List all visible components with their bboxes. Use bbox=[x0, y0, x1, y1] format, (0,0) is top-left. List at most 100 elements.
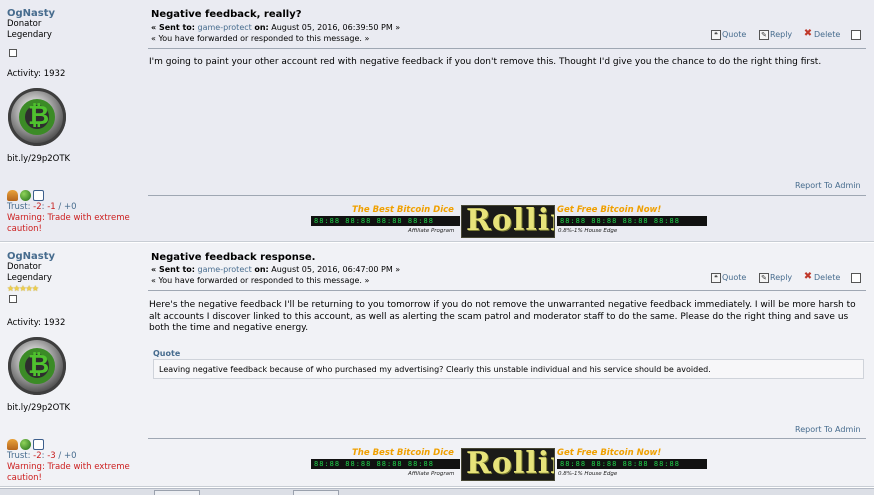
message-body: I'm going to paint your other account re… bbox=[149, 57, 822, 67]
quote-block: Leaving negative feedback because of who… bbox=[153, 359, 864, 379]
logo-text: Rollin bbox=[466, 205, 554, 238]
reply-label: Reply bbox=[770, 273, 793, 282]
people-icon[interactable] bbox=[7, 439, 18, 450]
people-icon[interactable] bbox=[7, 190, 18, 201]
divider bbox=[148, 290, 866, 291]
report-to-admin-link[interactable]: Report To Admin bbox=[795, 181, 861, 190]
signature-divider bbox=[148, 438, 866, 439]
sent-prefix: « Sent to: bbox=[151, 265, 195, 274]
poster-website-link[interactable]: bit.ly/29p2OTK bbox=[7, 403, 142, 413]
poster-info: OgNasty Donator Legendary Activity: 1932… bbox=[7, 8, 142, 235]
rollin-logo: Rollin bbox=[461, 205, 555, 238]
report-to-admin-link[interactable]: Report To Admin bbox=[795, 425, 861, 434]
sent-on-label: on: bbox=[254, 265, 269, 274]
ad-left-caption: Affiliate Program bbox=[408, 228, 455, 234]
tab[interactable] bbox=[154, 490, 200, 495]
message-body: Here's the negative feedback I'll be ret… bbox=[149, 300, 856, 333]
delete-checkbox[interactable] bbox=[851, 273, 861, 283]
ad-right-ticker: 88:88 88:88 88:88 88:88 bbox=[557, 459, 707, 469]
signature-ad[interactable]: The Best Bitcoin Dice 88:88 88:88 88:88 … bbox=[311, 205, 707, 238]
quote-label: Quote bbox=[722, 30, 747, 39]
ad-left-ticker: 88:88 88:88 88:88 88:88 bbox=[311, 459, 460, 469]
delete-label: Delete bbox=[814, 30, 841, 39]
quote-label: Quote bbox=[722, 273, 747, 282]
reply-icon: ✎ bbox=[759, 272, 769, 283]
avatar: ₿ bbox=[8, 88, 66, 146]
poster-name-link[interactable]: OgNasty bbox=[7, 251, 142, 262]
poster-rank: Donator bbox=[7, 19, 42, 29]
quote-icon: ❝ bbox=[711, 29, 721, 40]
trust-label: Trust: bbox=[7, 202, 31, 212]
delete-button[interactable]: ✖ Delete bbox=[803, 27, 841, 41]
sent-info: « Sent to: game-protect on: August 05, 2… bbox=[151, 23, 400, 32]
ad-left-caption: Affiliate Program bbox=[408, 471, 455, 477]
recipient-link[interactable]: game-protect bbox=[198, 23, 252, 32]
message-subject[interactable]: Negative feedback response. bbox=[151, 252, 315, 263]
ad-right-headline: Get Free Bitcoin Now! bbox=[557, 205, 662, 215]
pm-icon[interactable] bbox=[33, 439, 44, 450]
delete-checkbox[interactable] bbox=[851, 30, 861, 40]
poster-website-link[interactable]: bit.ly/29p2OTK bbox=[7, 154, 142, 164]
trust-warning: Warning: Trade with extreme caution! bbox=[7, 213, 130, 234]
trust-separator: : bbox=[41, 202, 45, 212]
quote-header: Quote bbox=[153, 349, 181, 358]
poster-rank: Donator bbox=[7, 262, 42, 272]
poster-rank-secondary: Legendary bbox=[7, 30, 52, 40]
reply-button[interactable]: ✎ Reply bbox=[759, 272, 792, 284]
trust-separator: / bbox=[58, 202, 62, 212]
bitcoin-logo-icon: ₿ bbox=[28, 101, 50, 131]
rollin-logo: Rollin bbox=[461, 448, 555, 481]
trust-score[interactable]: Trust: -2: -3 / +0 bbox=[7, 451, 142, 462]
delete-button[interactable]: ✖ Delete bbox=[803, 270, 841, 284]
poster-icons bbox=[7, 439, 142, 451]
poster-activity: Activity: 1932 bbox=[7, 318, 66, 328]
quote-button[interactable]: ❝ Quote bbox=[711, 272, 746, 284]
avatar: ₿ bbox=[8, 337, 66, 395]
poster-name-link[interactable]: OgNasty bbox=[7, 8, 142, 19]
delete-icon: ✖ bbox=[803, 270, 813, 282]
ad-right-caption: 0.8%-1% House Edge bbox=[558, 228, 618, 234]
sent-prefix: « Sent to: bbox=[151, 23, 195, 32]
tab[interactable] bbox=[293, 490, 339, 495]
delete-label: Delete bbox=[814, 273, 841, 282]
poster-status-box bbox=[9, 295, 17, 303]
trust-value-b: -3 bbox=[47, 451, 56, 461]
poster-rank-secondary: Legendary bbox=[7, 273, 52, 283]
recipient-link[interactable]: game-protect bbox=[198, 265, 252, 274]
poster-info: OgNasty Donator Legendary ★★★★★ Activity… bbox=[7, 251, 142, 484]
ad-right-ticker: 88:88 88:88 88:88 88:88 bbox=[557, 216, 707, 226]
trust-value-b: -1 bbox=[47, 202, 56, 212]
ad-left-headline: The Best Bitcoin Dice bbox=[352, 448, 454, 458]
reply-label: Reply bbox=[770, 30, 793, 39]
ad-right-caption: 0.8%-1% House Edge bbox=[558, 471, 618, 477]
trust-separator: : bbox=[41, 451, 45, 461]
ad-left-ticker: 88:88 88:88 88:88 88:88 bbox=[311, 216, 460, 226]
forwarded-note: « You have forwarded or responded to thi… bbox=[151, 276, 370, 285]
sent-date: August 05, 2016, 06:39:50 PM » bbox=[271, 23, 401, 32]
bottom-tab-strip bbox=[0, 488, 874, 495]
message-actions: ❝ Quote ✎ Reply ✖ Delete bbox=[711, 27, 866, 41]
quote-icon: ❝ bbox=[711, 272, 721, 283]
logo-text: Rollin bbox=[466, 448, 554, 481]
signature-ad[interactable]: The Best Bitcoin Dice 88:88 88:88 88:88 … bbox=[311, 448, 707, 481]
rank-stars: ★★★★★ bbox=[7, 284, 39, 293]
trust-value-c: +0 bbox=[63, 202, 77, 212]
trust-label: Trust: bbox=[7, 451, 31, 461]
trust-score[interactable]: Trust: -2: -1 / +0 bbox=[7, 202, 142, 213]
delete-icon: ✖ bbox=[803, 27, 813, 39]
poster-activity: Activity: 1932 bbox=[7, 69, 66, 79]
sent-on-label: on: bbox=[254, 23, 269, 32]
globe-icon[interactable] bbox=[20, 439, 31, 450]
globe-icon[interactable] bbox=[20, 190, 31, 201]
ad-right-headline: Get Free Bitcoin Now! bbox=[557, 448, 662, 458]
message-subject[interactable]: Negative feedback, really? bbox=[151, 9, 302, 20]
ad-left-headline: The Best Bitcoin Dice bbox=[352, 205, 454, 215]
sent-date: August 05, 2016, 06:47:00 PM » bbox=[271, 265, 401, 274]
trust-value-c: +0 bbox=[63, 451, 77, 461]
divider bbox=[148, 48, 866, 49]
pm-icon[interactable] bbox=[33, 190, 44, 201]
quote-button[interactable]: ❝ Quote bbox=[711, 29, 746, 41]
reply-button[interactable]: ✎ Reply bbox=[759, 29, 792, 41]
signature-divider bbox=[148, 195, 866, 196]
poster-status-box bbox=[9, 49, 17, 57]
